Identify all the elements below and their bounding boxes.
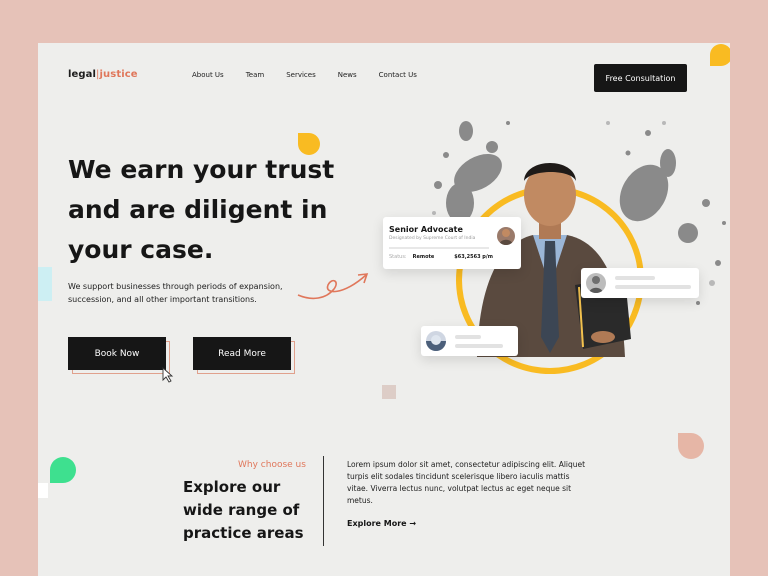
explore-more-link[interactable]: Explore More → [347, 519, 416, 528]
hero-title-line-2: and are diligent in [68, 195, 328, 224]
main-nav: About Us Team Services News Contact Us [192, 71, 417, 79]
card-divider [389, 247, 489, 249]
hero-title-line-3: your case. [68, 235, 214, 264]
square-decor [382, 385, 396, 399]
skeleton-line [455, 344, 503, 348]
brand-part1: legal [68, 69, 97, 80]
thumbnail [426, 331, 446, 351]
free-consultation-button[interactable]: Free Consultation [594, 64, 687, 92]
brand-part2: justice [99, 69, 138, 80]
landing-page: legal|justice About Us Team Services New… [38, 43, 730, 576]
hero-title-line-1: We earn your trust [68, 155, 335, 184]
advocate-avatar [497, 227, 515, 245]
skeleton-line [615, 276, 655, 280]
nav-services[interactable]: Services [286, 71, 316, 79]
practice-description: Lorem ipsum dolor sit amet, consectetur … [347, 460, 586, 505]
status-value: Remote [412, 254, 435, 260]
yellow-corner-blob-shape [710, 44, 730, 66]
cursor-icon [162, 366, 174, 383]
case-card-skeleton[interactable] [421, 326, 518, 356]
nav-about-us[interactable]: About Us [192, 71, 224, 79]
profile-card-skeleton[interactable] [581, 268, 699, 298]
read-more-button[interactable]: Read More [193, 337, 291, 370]
advocate-card[interactable]: Senior Advocate Designated by Supreme Co… [383, 217, 521, 269]
advocate-role: Senior Advocate [389, 225, 463, 234]
hero-subtitle: We support businesses through periods of… [68, 282, 283, 304]
skeleton-line [455, 335, 481, 339]
pink-blob-shape [678, 433, 704, 459]
section-divider [323, 456, 324, 546]
status-label: Status: [389, 254, 407, 260]
why-choose-us-eyebrow: Why choose us [238, 460, 306, 470]
cyan-strip-decor [38, 267, 52, 301]
skeleton-line [615, 285, 691, 289]
advocate-status-row: Status: Remote $63,2563 p/m [389, 254, 493, 260]
green-blob-shape [50, 457, 76, 483]
hero-title: We earn your trust and are diligent in y… [68, 150, 338, 270]
avatar [586, 273, 606, 293]
curly-arrow-icon [297, 273, 369, 300]
nav-team[interactable]: Team [246, 71, 265, 79]
book-now-button[interactable]: Book Now [68, 337, 166, 370]
practice-areas-title: Explore our wide range of practice areas [183, 478, 304, 542]
brand-logo[interactable]: legal|justice [68, 69, 138, 80]
advocate-rate: $63,2563 p/m [454, 254, 493, 260]
nav-news[interactable]: News [338, 71, 357, 79]
white-square-decor [38, 483, 48, 498]
nav-contact-us[interactable]: Contact Us [379, 71, 417, 79]
